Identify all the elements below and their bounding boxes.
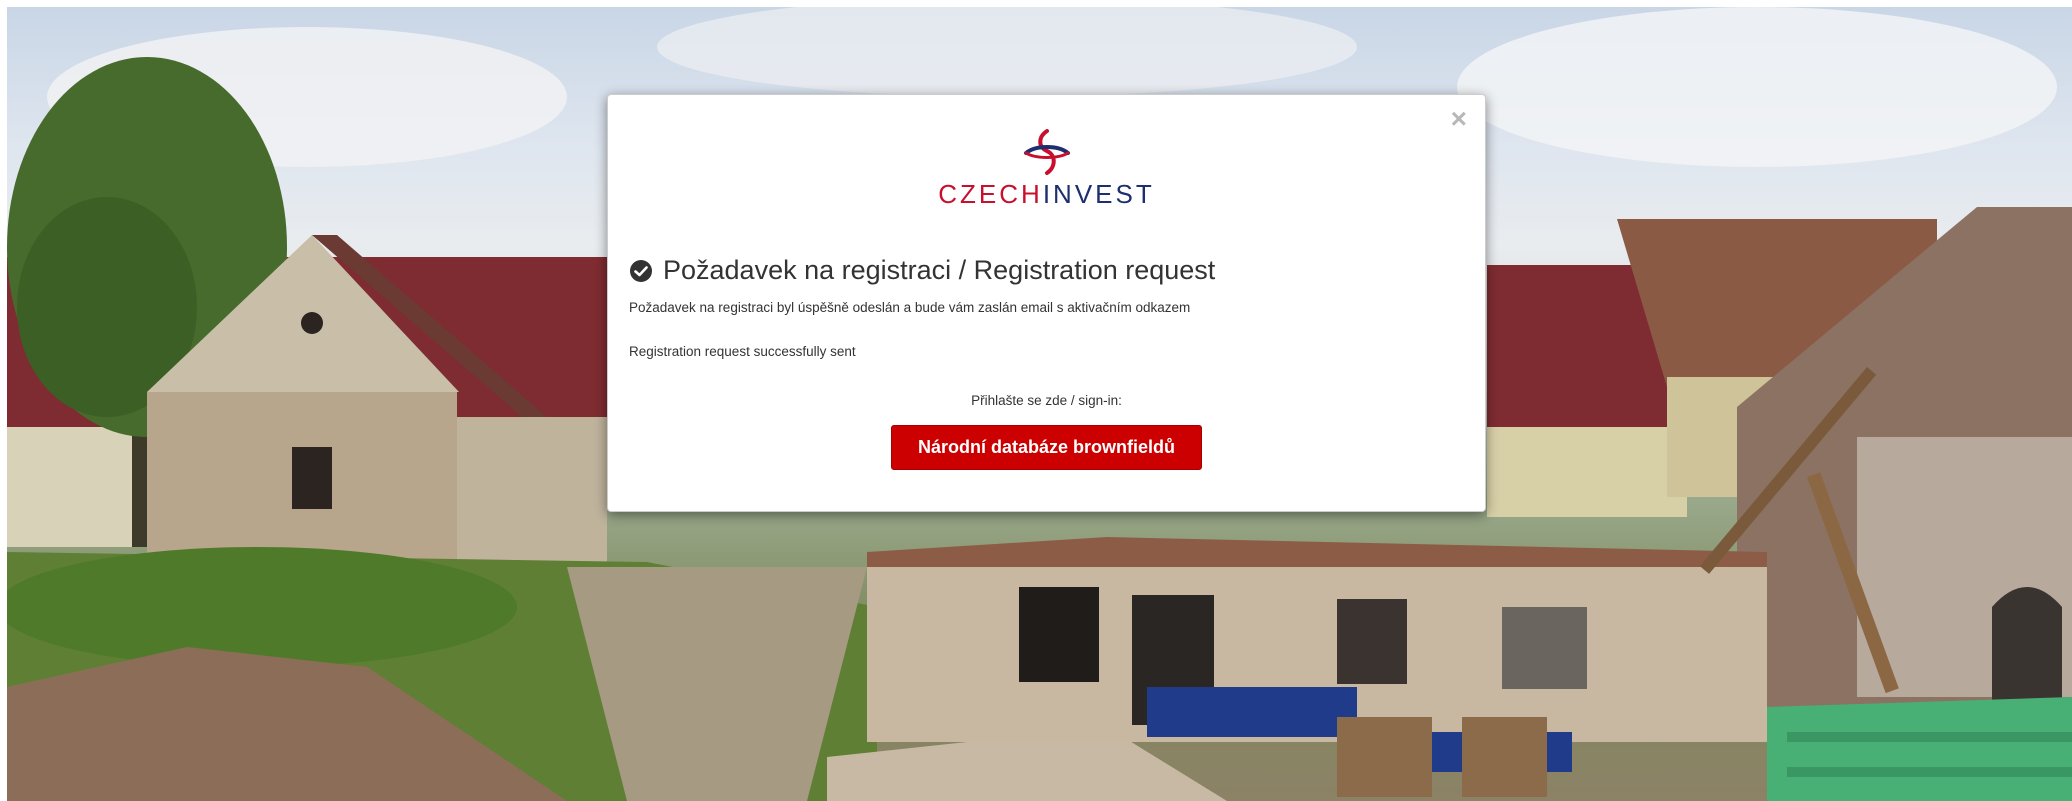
modal-title-text: Požadavek na registraci / Registration r… bbox=[663, 255, 1216, 285]
message-czech: Požadavek na registraci byl úspěšně odes… bbox=[629, 300, 1191, 315]
logo-text-invest: INVEST bbox=[1042, 179, 1155, 209]
close-icon[interactable]: × bbox=[1451, 105, 1467, 133]
signin-button-label: Národní databáze brownfieldů bbox=[917, 437, 1176, 457]
logo-text-czech: CZECH bbox=[938, 179, 1043, 209]
signin-button[interactable]: Národní databáze brownfieldů bbox=[891, 425, 1202, 470]
czechinvest-logo-mark bbox=[1023, 129, 1070, 175]
check-circle-icon bbox=[630, 259, 652, 282]
modal-title: Požadavek na registraci / Registration r… bbox=[629, 255, 1215, 286]
message-english: Registration request successfully sent bbox=[629, 344, 856, 359]
signin-label: Přihlašte se zde / sign-in: bbox=[971, 393, 1122, 408]
czechinvest-logo: CZECHINVEST bbox=[608, 129, 1485, 209]
registration-modal: × CZECHINVEST Požadavek na registraci / … bbox=[607, 94, 1486, 512]
logo-wordmark: CZECHINVEST bbox=[608, 179, 1485, 209]
